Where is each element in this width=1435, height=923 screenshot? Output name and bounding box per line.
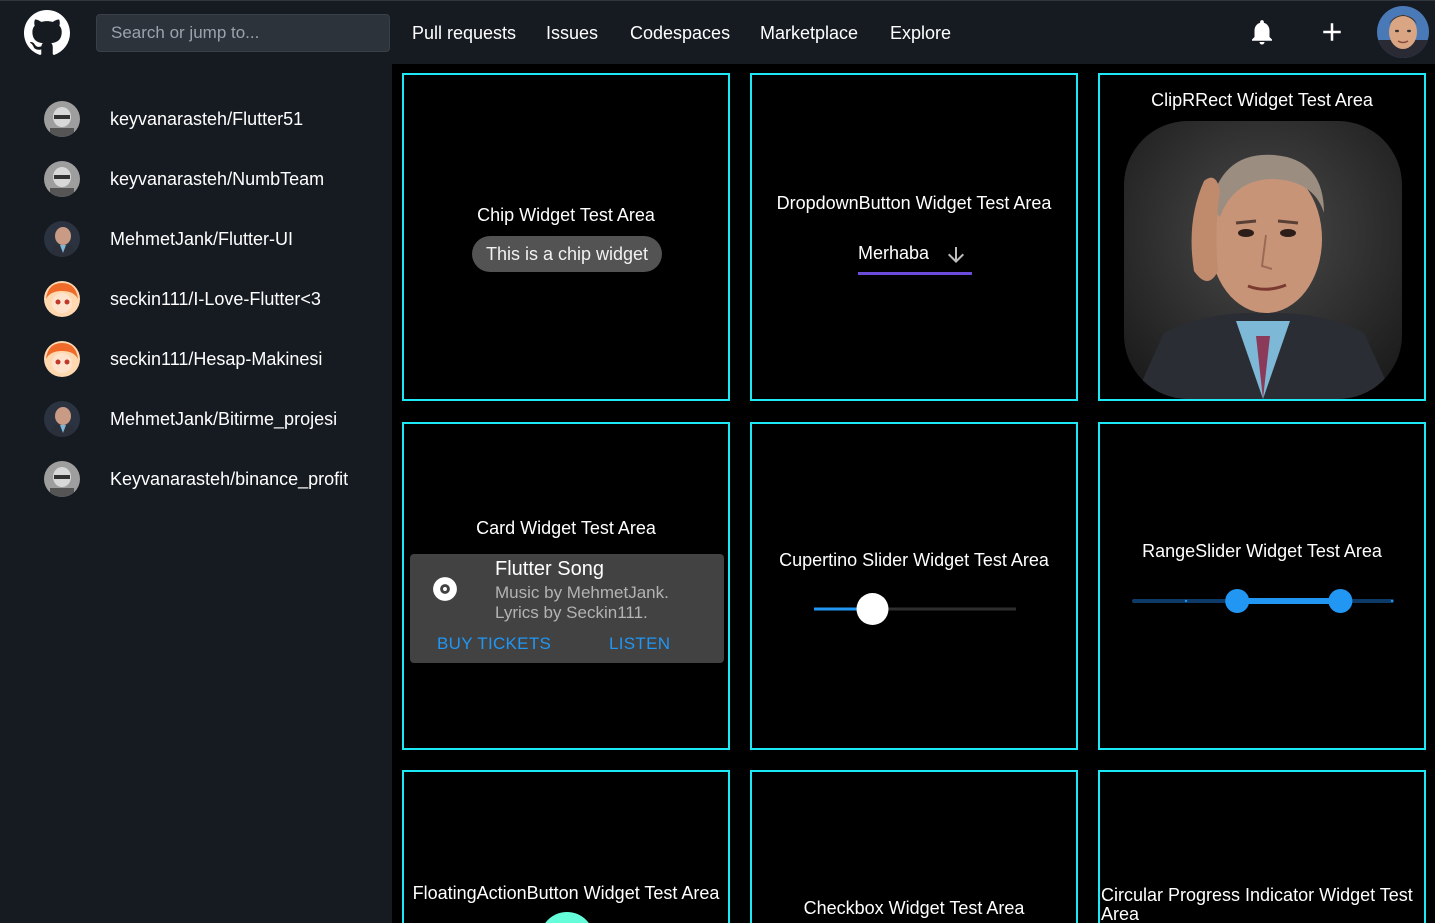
tile-title: Chip Widget Test Area [477, 205, 655, 225]
nav-issues[interactable]: Issues [546, 1, 598, 65]
dropdown-button[interactable]: Merhaba [858, 241, 972, 275]
clipped-portrait-image [1124, 121, 1402, 399]
tile-dropdown: DropdownButton Widget Test Area Merhaba [750, 73, 1078, 401]
tile-chip: Chip Widget Test Area This is a chip wid… [402, 73, 730, 401]
tile-cupertino-slider: Cupertino Slider Widget Test Area [750, 422, 1078, 750]
repo-owner-avatar [44, 401, 80, 437]
tile-title: FloatingActionButton Widget Test Area [412, 883, 720, 903]
nav-codespaces[interactable]: Codespaces [630, 1, 730, 65]
card-subtitle-line: Lyrics by Seckin111. [495, 603, 648, 622]
nav-pull-requests[interactable]: Pull requests [412, 1, 516, 65]
slider-thumb [856, 593, 889, 625]
search-input[interactable] [96, 14, 390, 52]
floating-action-button[interactable] [540, 912, 594, 923]
sidebar-repo-item[interactable]: MehmetJank/Bitirme_projesi [44, 399, 337, 439]
range-slider[interactable] [1130, 588, 1396, 614]
nav-explore[interactable]: Explore [890, 1, 951, 65]
repo-owner-avatar [44, 221, 80, 257]
sidebar-repo-item[interactable]: seckin111/I-Love-Flutter<3 [44, 279, 321, 319]
sidebar-repo-item[interactable]: Keyvanarasteh/binance_profit [44, 459, 348, 499]
repo-name: Keyvanarasteh/binance_profit [110, 468, 349, 489]
github-logo-icon[interactable] [24, 10, 70, 56]
sidebar-repo-item[interactable]: MehmetJank/Flutter-UI [44, 219, 293, 259]
tile-title: Checkbox Widget Test Area [803, 898, 1025, 918]
song-card: Flutter Song Music by MehmetJank. Lyrics… [410, 554, 724, 663]
sidebar-repo-item[interactable]: seckin111/Hesap-Makinesi [44, 339, 322, 379]
tile-title: ClipRRect Widget Test Area [1151, 90, 1373, 110]
tile-checkbox: Checkbox Widget Test Area [750, 770, 1078, 923]
tile-range-slider: RangeSlider Widget Test Area [1098, 422, 1426, 750]
cupertino-slider[interactable] [814, 592, 1016, 626]
album-icon [433, 577, 457, 601]
repo-name: MehmetJank/Bitirme_projesi [110, 408, 338, 429]
tile-title: Circular Progress Indicator Widget Test … [1101, 885, 1413, 923]
repo-owner-avatar [44, 101, 80, 137]
user-avatar[interactable] [1377, 6, 1429, 58]
card-title: Flutter Song [495, 558, 604, 580]
tile-fab: FloatingActionButton Widget Test Area [402, 770, 730, 923]
dropdown-value: Merhaba [858, 243, 930, 263]
repo-name: seckin111/I-Love-Flutter<3 [110, 288, 321, 309]
repo-name: keyvanarasteh/Flutter51 [110, 108, 304, 129]
tile-cliprrect: ClipRRect Widget Test Area [1098, 73, 1426, 401]
repo-owner-avatar [44, 161, 80, 197]
range-start-thumb [1225, 589, 1250, 613]
repo-name: MehmetJank/Flutter-UI [110, 228, 294, 249]
arrow-down-icon [948, 247, 964, 263]
tile-title: Card Widget Test Area [476, 518, 656, 538]
bell-icon[interactable] [1247, 17, 1277, 47]
repo-owner-avatar [44, 341, 80, 377]
repo-owner-avatar [44, 281, 80, 317]
range-end-thumb [1328, 589, 1353, 613]
repo-name: seckin111/Hesap-Makinesi [110, 348, 323, 369]
tile-card: Card Widget Test Area Flutter Song Music… [402, 422, 730, 750]
buy-tickets-button[interactable]: BUY TICKETS [437, 634, 551, 654]
listen-button[interactable]: LISTEN [609, 634, 670, 654]
sidebar-repo-item[interactable]: keyvanarasteh/NumbTeam [44, 159, 324, 199]
tile-title: Cupertino Slider Widget Test Area [779, 550, 1049, 570]
tile-title: DropdownButton Widget Test Area [776, 193, 1052, 213]
nav-marketplace[interactable]: Marketplace [760, 1, 858, 65]
tile-circular-progress: Circular Progress Indicator Widget Test … [1098, 770, 1426, 923]
sidebar-repo-item[interactable]: keyvanarasteh/Flutter51 [44, 99, 303, 139]
plus-icon[interactable] [1317, 17, 1347, 47]
tile-title: RangeSlider Widget Test Area [1142, 541, 1382, 561]
repo-name: keyvanarasteh/NumbTeam [110, 168, 325, 189]
card-subtitle-line: Music by MehmetJank. [495, 583, 669, 602]
top-navigation-bar: Pull requests Issues Codespaces Marketpl… [0, 0, 1435, 64]
chip-widget[interactable]: This is a chip widget [472, 236, 662, 272]
repo-owner-avatar [44, 461, 80, 497]
repository-sidebar: keyvanarasteh/Flutter51 keyvanarasteh/Nu… [0, 64, 392, 923]
